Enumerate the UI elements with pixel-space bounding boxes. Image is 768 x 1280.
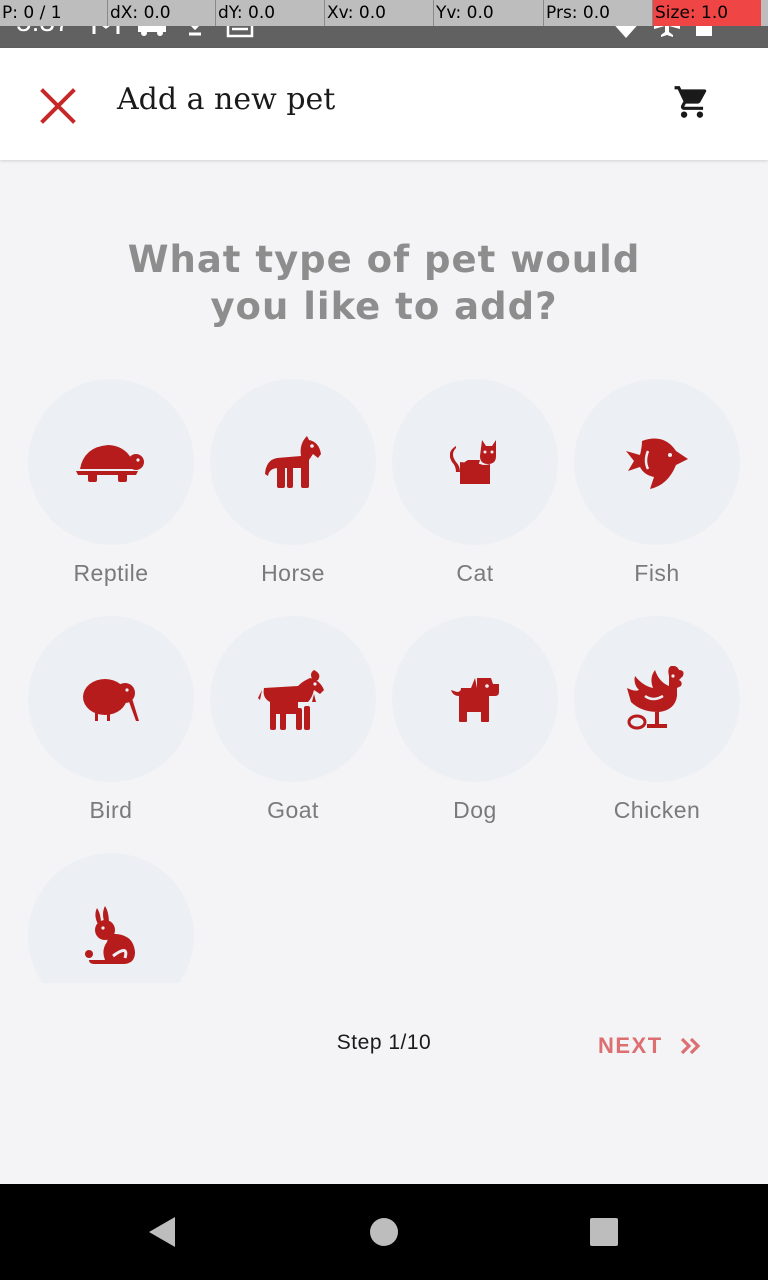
nav-home-button[interactable]: [360, 1208, 408, 1256]
cat-icon: [450, 440, 496, 484]
pointer-debug-overlay: P: 0 / 1 dX: 0.0 dY: 0.0 Xv: 0.0 Yv: 0.0…: [0, 0, 768, 26]
debug-size: Size: 1.0: [653, 0, 761, 26]
debug-yv: Yv: 0.0: [434, 0, 544, 26]
pet-option-reptile[interactable]: Reptile: [28, 379, 194, 599]
pet-option-horse[interactable]: Horse: [210, 379, 376, 599]
pet-option-circle[interactable]: [28, 379, 194, 545]
nav-recents-button[interactable]: [580, 1208, 628, 1256]
debug-xv: Xv: 0.0: [325, 0, 434, 26]
pet-option-circle[interactable]: [28, 853, 194, 983]
pet-option-label: Fish: [634, 560, 680, 586]
debug-pressure: Prs: 0.0: [544, 0, 653, 26]
pet-option-circle[interactable]: [210, 379, 376, 545]
cart-button[interactable]: [664, 74, 720, 130]
rabbit-icon: [85, 906, 135, 964]
home-circle-icon: [370, 1218, 398, 1246]
pet-option-label: Goat: [267, 797, 319, 823]
debug-pointer-count: P: 0 / 1: [0, 0, 108, 26]
pet-option-label: Reptile: [73, 560, 149, 586]
system-navigation-bar: [0, 1184, 768, 1280]
pet-option-bird[interactable]: Bird: [28, 616, 194, 836]
pet-option-circle[interactable]: [574, 379, 740, 545]
turtle-icon: [76, 445, 144, 482]
app-bar: Add a new pet: [0, 48, 768, 160]
debug-dx: dX: 0.0: [108, 0, 216, 26]
page-title: Add a new pet: [117, 82, 336, 117]
pet-option-circle[interactable]: [392, 379, 558, 545]
nav-back-button[interactable]: [138, 1208, 186, 1256]
next-button-label: NEXT: [598, 1033, 663, 1058]
pet-option-label: Cat: [456, 560, 494, 586]
pet-option-circle[interactable]: [574, 616, 740, 782]
chicken-icon: [627, 666, 684, 730]
goat-icon: [258, 670, 324, 730]
pet-option-circle[interactable]: [28, 616, 194, 782]
back-triangle-icon: [149, 1217, 175, 1247]
recents-square-icon: [590, 1218, 618, 1246]
close-icon: [40, 88, 76, 124]
debug-dy: dY: 0.0: [216, 0, 325, 26]
question-line-2: you like to add?: [210, 285, 558, 328]
cart-icon: [674, 86, 707, 118]
pet-option-cat[interactable]: Cat: [392, 379, 558, 599]
question-line-1: What type of pet would: [127, 238, 641, 281]
pet-option-goat[interactable]: Goat: [210, 616, 376, 836]
kiwi-bird-icon: [83, 679, 139, 721]
horse-icon: [265, 436, 321, 488]
dog-icon: [451, 678, 499, 722]
close-button[interactable]: [30, 78, 86, 134]
pet-option-circle[interactable]: [210, 616, 376, 782]
pet-option-chicken[interactable]: Chicken: [574, 616, 740, 836]
pet-option-fish[interactable]: Fish: [574, 379, 740, 599]
step-indicator: Step 1/10: [336, 1031, 432, 1054]
fish-icon: [626, 438, 688, 489]
pet-option-label: Dog: [453, 797, 497, 823]
pet-option-dog[interactable]: Dog: [392, 616, 558, 836]
pet-option-circle[interactable]: [392, 616, 558, 782]
pet-option-rabbit[interactable]: [28, 853, 194, 983]
pet-option-label: Bird: [89, 797, 133, 823]
status-bar: 5:37 P: 0 / 1 dX: 0.0 dY: 0.0 Xv: 0.0 Yv…: [0, 0, 768, 48]
pet-option-label: Chicken: [613, 797, 701, 823]
pet-option-label: Horse: [261, 560, 325, 586]
double-chevron-right-icon: [680, 1037, 700, 1055]
next-button[interactable]: NEXT: [592, 1024, 712, 1068]
question-heading: What type of pet would you like to add?: [84, 236, 684, 330]
